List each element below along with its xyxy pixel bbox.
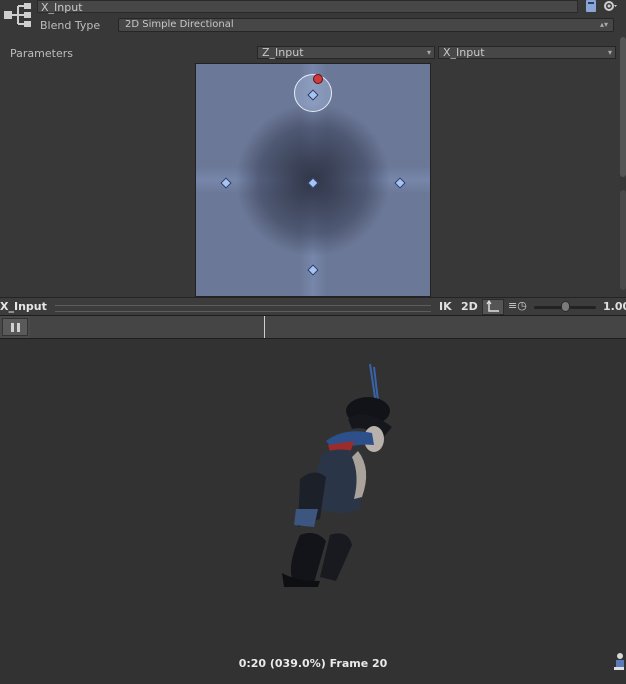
speed-value: 1.00	[603, 300, 626, 313]
preview-toolbar: X_Input IK 2D ≡◷ 1.00	[0, 297, 626, 316]
gear-icon[interactable]	[603, 0, 617, 12]
blend-tree-icon	[4, 3, 31, 27]
inspector-panel: X_Input Blend Type 2D Simple Directional…	[0, 0, 626, 297]
ik-toggle-button[interactable]: IK	[439, 300, 452, 313]
inspector-scrollbar[interactable]	[620, 37, 626, 177]
parameter-y-dropdown[interactable]: Z_Input ▾	[257, 46, 435, 59]
help-icon[interactable]	[585, 0, 597, 12]
parameter-x-dropdown[interactable]: X_Input ▾	[438, 46, 616, 59]
toolbar-grip[interactable]	[55, 305, 431, 312]
parameter-y-value: Z_Input	[262, 46, 304, 59]
preview-title: X_Input	[0, 300, 47, 313]
blend-type-label: Blend Type	[40, 19, 101, 32]
pivot-button[interactable]	[482, 299, 504, 315]
speed-icon: ≡◷	[508, 299, 527, 312]
inspector-scrollbar-lower[interactable]	[620, 190, 626, 290]
parameter-x-value: X_Input	[443, 46, 485, 59]
chevron-down-icon: ▾	[426, 48, 431, 57]
pause-icon	[17, 323, 20, 332]
chevron-down-icon: ▾	[607, 48, 612, 57]
motion-point-1[interactable]	[220, 177, 232, 189]
pivot-icon	[486, 299, 499, 312]
timeline-scrubber[interactable]	[30, 316, 626, 338]
time-readout: 0:20 (039.0%) Frame 20	[238, 657, 388, 670]
dropdown-arrows-icon: ▴▾	[599, 20, 608, 29]
blend-space-area[interactable]	[195, 63, 431, 297]
speed-slider-thumb[interactable]	[561, 301, 570, 312]
avatar-icon[interactable]	[612, 651, 626, 671]
preview-viewport[interactable]: 0:20 (039.0%) Frame 20	[0, 339, 626, 684]
motion-point-2[interactable]	[307, 177, 319, 189]
preview-timeline	[0, 316, 626, 339]
pause-button[interactable]	[2, 318, 28, 336]
blend-type-dropdown[interactable]: 2D Simple Directional ▴▾	[118, 18, 614, 32]
pause-icon	[11, 323, 14, 332]
blend-type-value: 2D Simple Directional	[125, 19, 234, 30]
timeline-playhead[interactable]	[264, 316, 265, 338]
node-name-field[interactable]: X_Input	[37, 0, 578, 14]
motion-point-3[interactable]	[394, 177, 406, 189]
parameters-label: Parameters	[10, 47, 73, 60]
2d-toggle-button[interactable]: 2D	[461, 300, 478, 313]
sample-position-dot[interactable]	[313, 74, 323, 84]
motion-point-4[interactable]	[307, 264, 319, 276]
character-model	[282, 363, 392, 587]
